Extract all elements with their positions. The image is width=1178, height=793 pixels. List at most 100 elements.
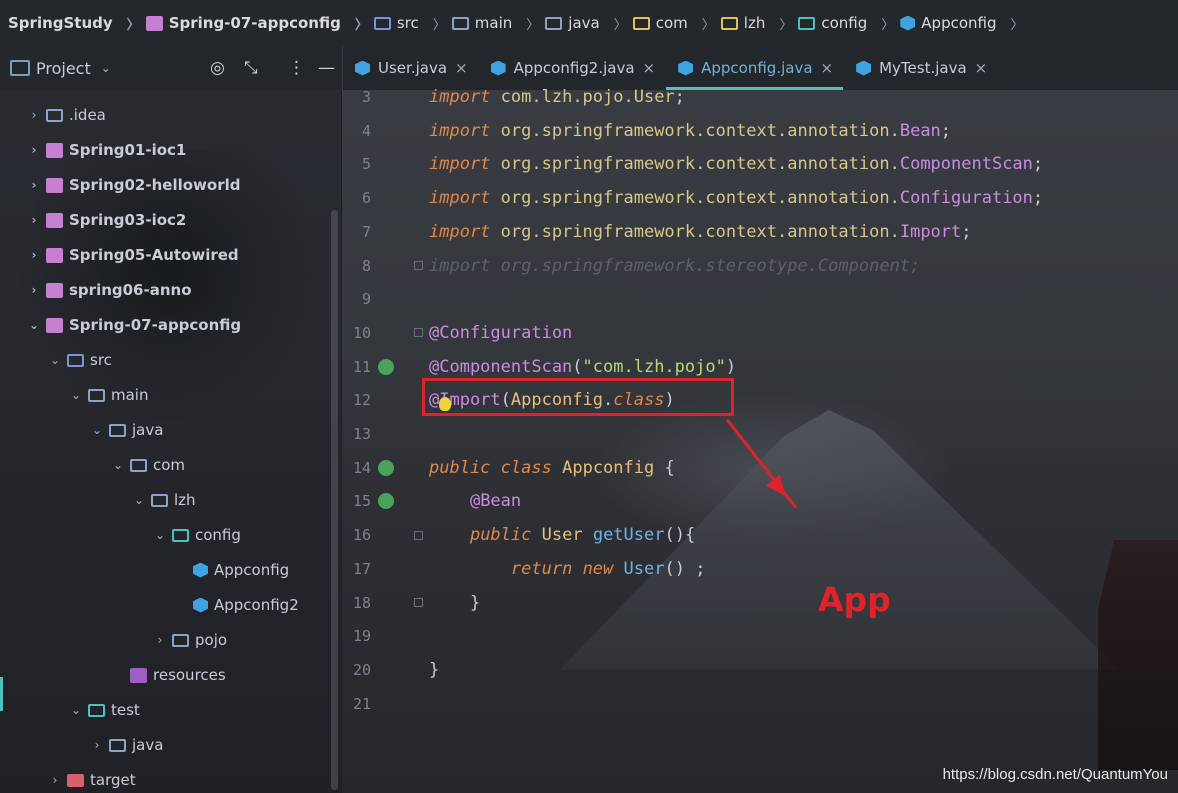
code-line[interactable]: 5 import org.springframework.context.anno… [343, 149, 1178, 179]
chevron-down-icon[interactable]: ⌄ [70, 703, 82, 717]
code-line[interactable]: 18 } [343, 588, 1178, 618]
fold-marker-icon[interactable] [414, 598, 423, 607]
fold-marker-icon[interactable] [414, 261, 423, 270]
tree-item[interactable]: ⌄ config [154, 523, 241, 547]
tree-item[interactable]: ⌄ test [70, 698, 140, 722]
chevron-right-icon[interactable]: › [28, 108, 40, 122]
code-content: import org.springframework.context.annot… [429, 154, 1043, 174]
code-line[interactable]: 14 public class Appconfig { [343, 453, 1178, 483]
code-line[interactable]: 8 import org.springframework.stereotype.C… [343, 251, 1178, 281]
target-icon[interactable]: ◎ [210, 58, 225, 78]
bean-navigate-icon[interactable] [378, 493, 394, 510]
code-line[interactable]: 6 import org.springframework.context.anno… [343, 183, 1178, 213]
chevron-right-icon[interactable]: › [49, 773, 61, 787]
tree-item[interactable]: › Spring05-Autowired [28, 243, 239, 267]
tree-item[interactable]: › pojo [154, 628, 227, 652]
breadcrumb-item[interactable]: main 〉 [451, 14, 546, 33]
tree-item[interactable]: › Spring01-ioc1 [28, 138, 187, 162]
breadcrumb-item[interactable]: com 〉 [632, 14, 721, 33]
chevron-down-icon[interactable]: ⌄ [91, 423, 103, 437]
close-icon[interactable]: × [821, 59, 834, 77]
code-content: import org.springframework.context.annot… [429, 222, 972, 242]
code-line[interactable]: 16 public User getUser(){ [343, 520, 1178, 550]
line-number: 11 [352, 357, 371, 376]
close-icon[interactable]: × [455, 59, 468, 77]
chevron-right-icon[interactable]: › [91, 738, 103, 752]
tree-item[interactable]: ⌄ com [112, 453, 185, 477]
breadcrumb-label: SpringStudy [8, 14, 113, 32]
chevron-right-icon[interactable]: › [28, 283, 40, 297]
chevron-down-icon[interactable]: ⌄ [49, 353, 61, 367]
code-line[interactable]: 20} [343, 655, 1178, 685]
line-number: 8 [361, 256, 371, 275]
breadcrumb-item[interactable]: lzh 〉 [720, 14, 799, 33]
chevron-down-icon[interactable]: ⌄ [28, 318, 40, 332]
lightbulb-icon[interactable] [439, 397, 451, 411]
code-line[interactable]: 21 [343, 689, 1178, 719]
tree-item-label: Spring05-Autowired [69, 246, 239, 264]
breadcrumb-item[interactable]: Appconfig 〉 [900, 14, 1029, 33]
chevron-down-icon[interactable]: ⌄ [70, 388, 82, 402]
code-line[interactable]: 15 @Bean [343, 486, 1178, 516]
breadcrumb-item[interactable]: Spring-07-appconfig 〉 [145, 14, 374, 33]
chevron-down-icon[interactable]: ⌄ [133, 493, 145, 507]
code-line[interactable]: 9 [343, 284, 1178, 314]
code-token: getUser [592, 525, 665, 546]
tree-item[interactable]: › spring06-anno [28, 278, 192, 302]
breadcrumb-item[interactable]: SpringStudy 〉 [8, 14, 146, 33]
tree-item[interactable]: ⌄ lzh [133, 488, 196, 512]
breadcrumb-label: lzh [743, 14, 766, 32]
code-line[interactable]: 19 [343, 621, 1178, 651]
tree-item[interactable]: ⌄ Spring-07-appconfig [28, 313, 241, 337]
bean-scan-icon[interactable] [378, 358, 394, 375]
chevron-right-icon[interactable]: › [154, 633, 166, 647]
close-icon[interactable]: × [975, 59, 988, 77]
code-content: public User getUser(){ [429, 525, 695, 545]
tree-item[interactable]: Appconfig2 [175, 593, 299, 617]
tree-item[interactable]: › Spring02-helloworld [28, 173, 241, 197]
code-line[interactable]: 17 return new User() ; [343, 554, 1178, 584]
tree-item[interactable]: ⌄ java [91, 418, 163, 442]
minimize-icon[interactable]: — [318, 58, 335, 78]
chevron-right-icon[interactable]: › [28, 143, 40, 157]
tree-item[interactable]: › .idea [28, 103, 106, 127]
chevron-right-icon[interactable]: › [28, 178, 40, 192]
more-icon[interactable]: ⋮ [288, 58, 305, 78]
code-line[interactable]: 7 import org.springframework.context.anno… [343, 217, 1178, 247]
tree-item[interactable]: › Spring03-ioc2 [28, 208, 187, 232]
breadcrumb-item[interactable]: src 〉 [373, 14, 452, 33]
collapse-icon[interactable]: ⤡ [244, 58, 258, 78]
code-token: org.springframework.context.annotation. [500, 221, 900, 242]
chevron-right-icon[interactable]: › [28, 213, 40, 227]
chevron-down-icon[interactable]: ⌄ [112, 458, 124, 472]
tree-item[interactable]: Appconfig [175, 558, 289, 582]
module-icon [46, 212, 63, 228]
fold-marker-icon[interactable] [414, 328, 423, 338]
fold-marker-icon[interactable] [414, 530, 423, 540]
code-line[interactable]: 13 [343, 419, 1178, 449]
code-line[interactable]: 10 @Configuration [343, 318, 1178, 348]
tree-item[interactable]: › java [91, 733, 164, 757]
breadcrumb-item[interactable]: java 〉 [545, 14, 632, 33]
code-line[interactable]: 4 import org.springframework.context.anno… [343, 116, 1178, 146]
tree-item[interactable]: › target [49, 768, 136, 792]
spring-bean-icon[interactable] [378, 459, 394, 476]
breadcrumb-item[interactable]: config 〉 [798, 14, 900, 33]
line-number: 12 [352, 391, 371, 410]
chevron-right-icon[interactable]: › [28, 248, 40, 262]
sidebar-scrollbar[interactable] [331, 210, 338, 790]
chevron-down-icon[interactable]: ⌄ [101, 61, 111, 75]
close-icon[interactable]: × [643, 59, 656, 77]
tree-item[interactable]: ⌄ src [49, 348, 112, 372]
project-panel-title[interactable]: Project [36, 59, 91, 78]
code-editor[interactable]: 3 import com.lzh.pojo.User; 4 import org.sp… [343, 87, 1178, 793]
tree-item[interactable]: ⌄ main [70, 383, 149, 407]
chevron-down-icon[interactable]: ⌄ [154, 528, 166, 542]
folder-icon [88, 388, 105, 402]
java-class-icon [856, 60, 872, 76]
code-line[interactable]: 3 import com.lzh.pojo.User; [343, 82, 1178, 112]
tree-item-label: .idea [69, 106, 106, 124]
tree-item[interactable]: resources [112, 663, 226, 687]
